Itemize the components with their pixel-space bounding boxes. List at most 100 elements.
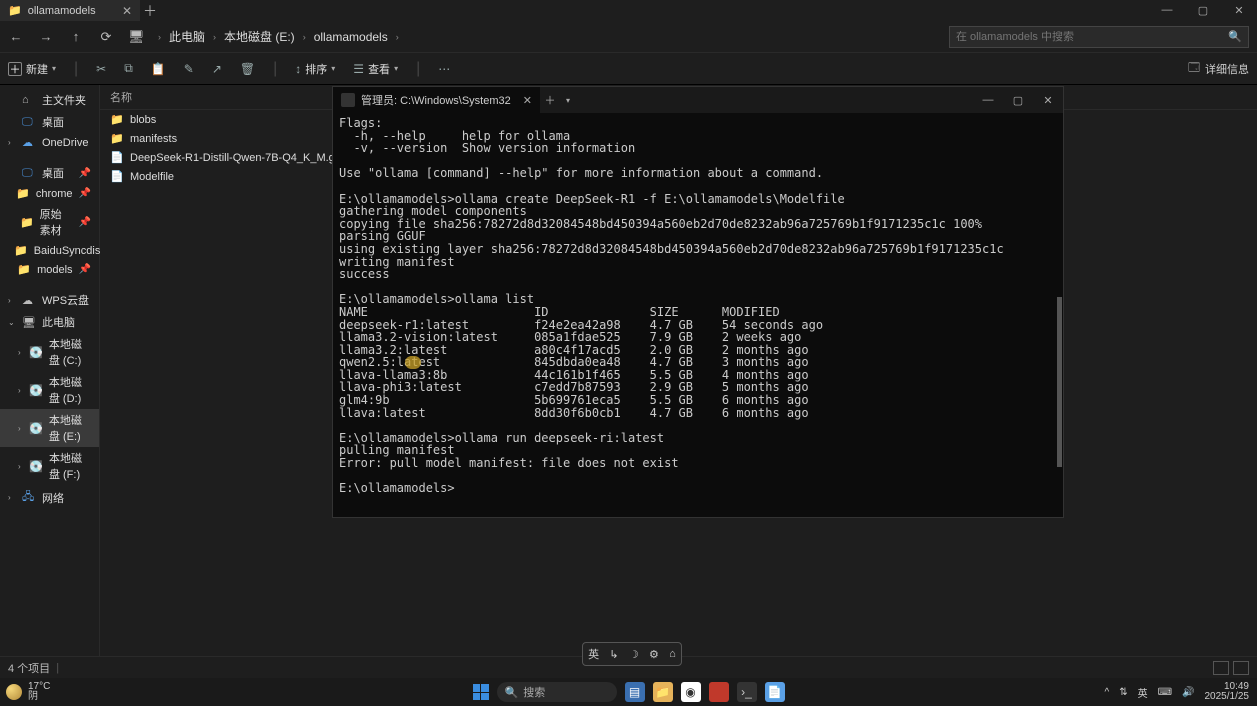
folder-icon: 📁	[16, 187, 30, 200]
chevron-right-icon: ›	[18, 348, 23, 357]
gear-icon[interactable]: ⚙	[649, 648, 659, 661]
folder-icon: 📁	[17, 263, 31, 276]
copy-button[interactable]: ⧉	[124, 61, 133, 76]
cloud-icon: ☁	[22, 294, 36, 307]
drive-icon: 💽	[29, 346, 43, 359]
crumb-thispc[interactable]: 此电脑	[169, 28, 205, 45]
ime-toolbar[interactable]: 英 ↳ ☽ ⚙ ⌂	[582, 642, 682, 666]
pc-icon: 🖥	[22, 316, 36, 329]
scrollbar[interactable]	[1057, 297, 1062, 467]
sidebar-desktop-quick[interactable]: 🖵桌面	[0, 111, 99, 133]
sidebar-drive-e[interactable]: ›💽本地磁盘 (E:)	[0, 409, 99, 447]
sidebar-raw[interactable]: 📁原始素材📌	[0, 203, 99, 241]
sidebar-drive-f[interactable]: ›💽本地磁盘 (F:)	[0, 447, 99, 485]
ime-btn[interactable]: ⌂	[669, 648, 676, 660]
sidebar-wps[interactable]: ›☁WPS云盘	[0, 289, 99, 311]
taskbar-explorer-button[interactable]: 📁	[653, 682, 673, 702]
taskbar-chrome-button[interactable]: ◉	[681, 682, 701, 702]
up-button[interactable]: ↑	[68, 29, 84, 44]
ime-indicator[interactable]: 英	[1138, 685, 1148, 700]
new-tab-button[interactable]: ＋	[540, 92, 560, 108]
maximize-button[interactable]: ▢	[1003, 94, 1033, 107]
sidebar-drive-c[interactable]: ›💽本地磁盘 (C:)	[0, 333, 99, 371]
sidebar-chrome[interactable]: 📁chrome📌	[0, 184, 99, 203]
sidebar-onedrive[interactable]: ›☁OneDrive	[0, 133, 99, 152]
start-button[interactable]	[473, 684, 489, 700]
network-icon[interactable]: ⇅	[1119, 687, 1127, 698]
folder-icon: 📁	[14, 244, 28, 257]
sidebar-home[interactable]: ⌂主文件夹	[0, 89, 99, 111]
new-button[interactable]: ＋新建▾	[8, 61, 56, 77]
back-button[interactable]: ←	[8, 29, 24, 44]
maximize-button[interactable]: ▢	[1185, 4, 1221, 17]
chevron-down-icon: ▾	[52, 64, 56, 73]
drive-icon: 💽	[29, 460, 43, 473]
weather-widget[interactable]: 17°C阴	[0, 682, 50, 703]
close-icon[interactable]: ✕	[523, 94, 532, 107]
taskbar-app-button[interactable]: ▤	[625, 682, 645, 702]
tab-dropdown-button[interactable]: ▾	[560, 96, 576, 105]
search-icon: 🔍	[505, 686, 519, 699]
details-pane-button[interactable]: 🗔详细信息	[1188, 59, 1249, 78]
chevron-right-icon: ›	[396, 32, 399, 42]
chevron-right-icon: ›	[18, 462, 23, 471]
sidebar-desktop[interactable]: 🖵桌面📌	[0, 162, 99, 184]
chevron-right-icon: ›	[18, 386, 23, 395]
paste-button[interactable]: 📋	[151, 62, 166, 76]
refresh-button[interactable]: ⟳	[98, 29, 114, 45]
taskbar-search[interactable]: 🔍搜索	[497, 682, 617, 702]
taskbar-terminal-button[interactable]: ›_	[737, 682, 757, 702]
crumb-folder[interactable]: ollamamodels	[314, 30, 388, 44]
sidebar-models[interactable]: 📁models📌	[0, 260, 99, 279]
crumb-drive[interactable]: 本地磁盘 (E:)	[224, 28, 295, 45]
delete-button[interactable]: 🗑	[240, 62, 255, 76]
speaker-icon[interactable]: 🔊	[1182, 687, 1194, 698]
minimize-button[interactable]: —	[973, 94, 1003, 107]
sidebar-baidu[interactable]: 📁BaiduSyncdisk📌	[0, 241, 99, 260]
terminal-output[interactable]: Flags: -h, --help help for ollama -v, --…	[333, 113, 1063, 517]
folder-icon: 📁	[110, 113, 124, 126]
terminal-tab[interactable]: 管理员: C:\Windows\System32 ✕	[333, 87, 540, 113]
ime-lang[interactable]: 英	[588, 646, 599, 662]
cut-button[interactable]: ✂	[96, 62, 106, 76]
sidebar-network[interactable]: ›🖧网络	[0, 485, 99, 510]
sidebar-drive-d[interactable]: ›💽本地磁盘 (D:)	[0, 371, 99, 409]
ime-btn[interactable]: ↳	[609, 648, 618, 661]
terminal-window[interactable]: 管理员: C:\Windows\System32 ✕ ＋ ▾ — ▢ ✕ Fla…	[332, 86, 1064, 518]
forward-button[interactable]: →	[38, 29, 54, 44]
input-icon[interactable]: ⌨	[1158, 687, 1172, 698]
sidebar-thispc[interactable]: ⌄🖥此电脑	[0, 311, 99, 333]
more-button[interactable]: ⋯	[438, 62, 450, 76]
sort-icon: ↕	[295, 62, 301, 76]
sort-button[interactable]: ↕排序▾	[295, 61, 335, 77]
pc-icon[interactable]: 🖥	[128, 29, 144, 45]
search-input[interactable]	[956, 31, 1228, 43]
chevron-down-icon: ▾	[331, 64, 335, 73]
chevron-right-icon: ›	[8, 296, 16, 305]
search-box[interactable]: 🔍	[949, 26, 1249, 48]
navbar: ← → ↑ ⟳ 🖥 › 此电脑 › 本地磁盘 (E:) › ollamamode…	[0, 21, 1257, 53]
network-icon: 🖧	[22, 488, 36, 507]
taskbar-record-button[interactable]	[709, 682, 729, 702]
taskbar-notepad-button[interactable]: 📄	[765, 682, 785, 702]
drive-icon: 💽	[29, 384, 43, 397]
moon-icon[interactable]: ☽	[629, 648, 639, 661]
view-button[interactable]: ☰查看▾	[353, 61, 398, 77]
search-icon[interactable]: 🔍	[1228, 30, 1242, 43]
close-button[interactable]: ✕	[1033, 94, 1063, 107]
close-icon[interactable]: ✕	[122, 4, 132, 18]
explorer-tab[interactable]: 📁 ollamamodels ✕	[0, 0, 140, 21]
share-button[interactable]: ↗	[212, 62, 222, 76]
clock[interactable]: 10:492025/1/25	[1205, 682, 1250, 703]
minimize-button[interactable]: —	[1149, 4, 1185, 17]
chevron-right-icon: ›	[18, 424, 23, 433]
view-grid-button[interactable]	[1233, 661, 1249, 675]
rename-button[interactable]: ✎	[184, 62, 194, 76]
close-button[interactable]: ✕	[1221, 4, 1257, 17]
view-list-button[interactable]	[1213, 661, 1229, 675]
chevron-right-icon: ›	[8, 138, 16, 147]
cloud-icon: ☁	[22, 136, 36, 149]
tray-overflow-button[interactable]: ^	[1105, 687, 1110, 698]
new-tab-button[interactable]: ＋	[140, 1, 160, 21]
taskbar: 17°C阴 🔍搜索 ▤ 📁 ◉ ›_ 📄 ^ ⇅ 英 ⌨ 🔊 10:492025…	[0, 678, 1257, 706]
